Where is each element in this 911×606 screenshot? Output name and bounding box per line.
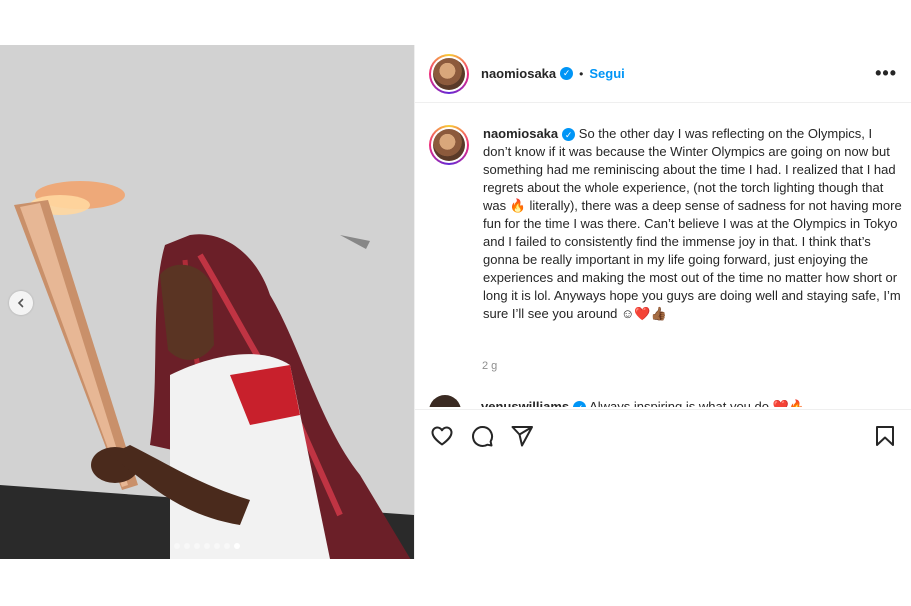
avatar-image: [433, 129, 465, 161]
post-header: naomiosaka ✓ • Segui •••: [415, 45, 911, 103]
carousel-indicator: [0, 543, 414, 549]
share-button[interactable]: [509, 423, 535, 449]
post-timestamp[interactable]: 2 g: [482, 360, 497, 372]
caption-text: So the other day I was reflecting on the…: [483, 126, 902, 321]
caption-body: naomiosaka ✓ So the other day I was refle…: [483, 125, 903, 323]
more-options-icon[interactable]: •••: [875, 63, 897, 84]
commenter-username[interactable]: venuswilliams: [481, 399, 569, 407]
post-actions-bar: [415, 409, 911, 461]
post-caption: naomiosaka ✓ So the other day I was refle…: [429, 125, 904, 323]
commenter-avatar[interactable]: [429, 395, 461, 407]
author-avatar[interactable]: [429, 53, 469, 94]
carousel-dot: [214, 543, 220, 549]
separator-dot: •: [579, 66, 584, 81]
comment-item: venuswilliams ✓ Always inspiring is what …: [429, 395, 899, 407]
post-photo[interactable]: [0, 45, 414, 559]
chevron-left-icon: [17, 298, 24, 308]
comment-body: venuswilliams ✓ Always inspiring is what …: [481, 398, 805, 407]
comment-text: Always inspiring is what you do ❤️🔥: [589, 399, 805, 407]
author-username[interactable]: naomiosaka: [481, 66, 556, 81]
instagram-post: naomiosaka ✓ • Segui ••• naomiosaka ✓ So …: [0, 45, 911, 559]
carousel-dot-active: [234, 543, 240, 549]
bookmark-icon: [876, 425, 894, 446]
torch-bearer-photo: [0, 45, 414, 559]
carousel-dot: [174, 543, 180, 549]
verified-badge-icon: ✓: [573, 401, 587, 407]
comment-bubble-icon: [472, 425, 494, 447]
carousel-dot: [184, 543, 190, 549]
avatar-image: [433, 57, 465, 90]
verified-badge-icon: ✓: [560, 67, 574, 80]
comment-button[interactable]: [469, 423, 495, 449]
carousel-dot: [224, 543, 230, 549]
like-button[interactable]: [429, 423, 455, 449]
carousel-dot: [194, 543, 200, 549]
follow-button[interactable]: Segui: [589, 66, 624, 81]
caption-username[interactable]: naomiosaka: [483, 126, 558, 141]
save-button[interactable]: [872, 423, 898, 449]
carousel-prev-button[interactable]: [9, 291, 33, 315]
caption-author-avatar[interactable]: [429, 125, 469, 165]
paper-plane-icon: [511, 425, 533, 446]
carousel-dot: [204, 543, 210, 549]
verified-badge-icon: ✓: [562, 128, 576, 142]
post-side-panel: naomiosaka ✓ • Segui ••• naomiosaka ✓ So …: [414, 45, 911, 559]
heart-icon: [431, 426, 453, 445]
